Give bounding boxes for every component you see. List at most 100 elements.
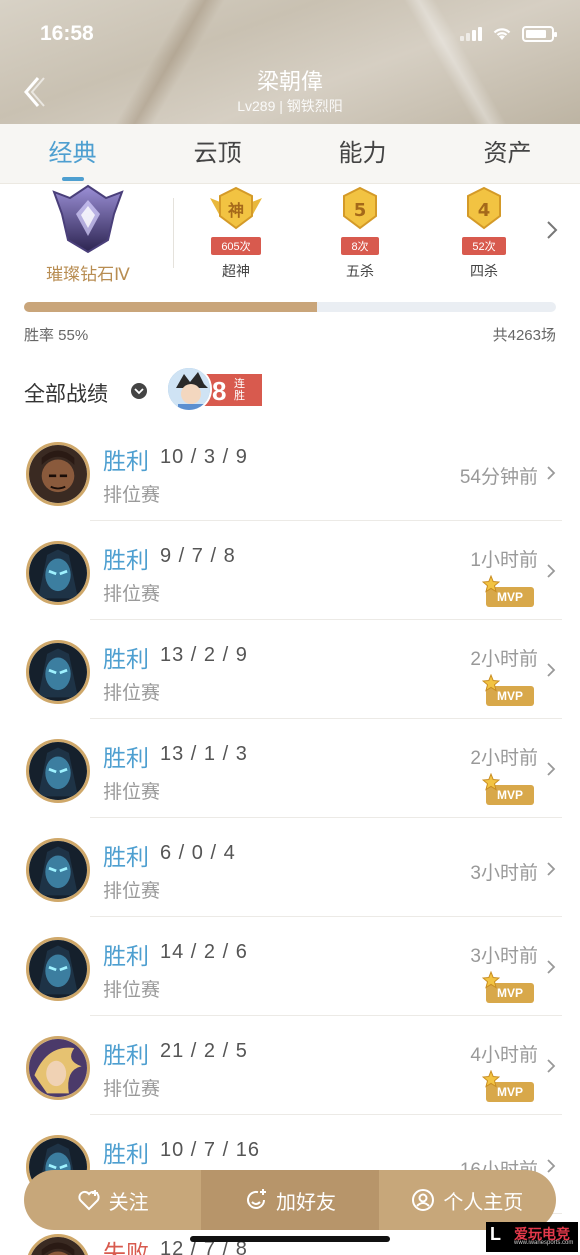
badge-legendary[interactable]: 神 605次 超神 — [191, 186, 281, 281]
wifi-icon — [493, 28, 511, 40]
win-streak-text: 连胜 — [234, 378, 245, 402]
match-time: 54分钟前 — [459, 467, 538, 488]
match-kda: 10 / 7 / 16 — [160, 1139, 260, 1161]
penta-kill-badge-glyph: 5 — [354, 200, 367, 221]
match-result: 失败 — [103, 1240, 149, 1255]
mvp-badge: MVP — [482, 575, 534, 607]
streak-avatar — [166, 366, 212, 412]
mvp-badge: MVP — [482, 773, 534, 805]
match-time: 2小时前 — [470, 748, 538, 769]
win-streak-number: 8 — [212, 376, 227, 406]
quadra-kill-badge-icon: 4 — [467, 186, 501, 230]
watermark-url: www.iwanesports.com — [514, 1240, 574, 1246]
home-indicator — [190, 1236, 390, 1242]
profile-header: 16:58 梁朝偉 Lv289 | 钢铁烈阳 — [0, 0, 580, 124]
chevron-right-icon — [547, 862, 556, 876]
chevron-right-icon — [547, 663, 556, 677]
match-result: 胜利 — [103, 844, 149, 870]
chevron-right-icon[interactable] — [546, 220, 558, 240]
champion-avatar — [26, 739, 90, 803]
match-result: 胜利 — [103, 646, 149, 672]
match-row[interactable]: 胜利 13 / 1 / 3 排位赛 2小时前 MVP — [0, 719, 580, 818]
action-bar: 关注 加好友 个人主页 — [24, 1170, 556, 1230]
champion-avatar — [26, 1036, 90, 1100]
win-rate-bar — [24, 302, 556, 312]
user-profile-icon — [412, 1189, 435, 1211]
legendary-badge-icon: 神 — [210, 186, 262, 230]
tab-ability[interactable]: 能力 — [290, 124, 435, 183]
star-icon — [482, 1070, 500, 1088]
tab-assets[interactable]: 资产 — [435, 124, 580, 183]
match-result: 胜利 — [103, 448, 149, 474]
win-streak-tag: 8 连胜 — [204, 374, 262, 406]
tab-classic[interactable]: 经典 — [0, 124, 145, 183]
profile-label: 个人主页 — [443, 1191, 524, 1214]
badge-penta-kill[interactable]: 5 8次 五杀 — [315, 186, 405, 281]
badge-quadra-kill[interactable]: 4 52次 四杀 — [439, 186, 529, 281]
legendary-badge-glyph: 神 — [228, 201, 244, 220]
champion-avatar — [26, 640, 90, 704]
match-row[interactable]: 胜利 21 / 2 / 5 排位赛 4小时前 MVP — [0, 1016, 580, 1115]
player-level-title: Lv289 | 钢铁烈阳 — [237, 98, 343, 114]
match-mode: 排位赛 — [103, 683, 161, 704]
status-icons — [460, 26, 557, 42]
match-kda: 6 / 0 / 4 — [160, 842, 236, 864]
star-icon — [482, 971, 500, 989]
chevron-down-icon[interactable] — [131, 383, 147, 399]
player-name: 梁朝偉 — [256, 69, 323, 94]
rank-label: 璀璨钻石Ⅳ — [46, 265, 130, 284]
chevron-right-icon — [547, 466, 556, 480]
match-time: 1小时前 — [470, 550, 538, 571]
match-time: 4小时前 — [470, 1045, 538, 1066]
star-icon — [482, 773, 500, 791]
chevron-right-icon — [547, 1159, 556, 1173]
match-time: 3小时前 — [470, 863, 538, 884]
match-mode: 排位赛 — [103, 980, 161, 1001]
tab-tft[interactable]: 云顶 — [145, 124, 290, 183]
penta-kill-label: 五杀 — [346, 263, 374, 279]
match-result: 胜利 — [103, 1141, 149, 1167]
match-mode: 排位赛 — [103, 1079, 161, 1100]
rank-summary[interactable]: 璀璨钻石Ⅳ 神 605次 超神 5 8次 五杀 4 52次 四杀 — [0, 184, 580, 288]
star-icon — [482, 674, 500, 692]
match-row[interactable]: 胜利 13 / 2 / 9 排位赛 2小时前 MVP — [0, 620, 580, 719]
legendary-count: 605次 — [211, 237, 261, 255]
match-row[interactable]: 胜利 14 / 2 / 6 排位赛 3小时前 MVP — [0, 917, 580, 1016]
match-result: 胜利 — [103, 943, 149, 969]
match-kda: 9 / 7 / 8 — [160, 545, 236, 567]
diamond-rank-emblem-icon — [52, 184, 124, 254]
legendary-label: 超神 — [222, 263, 250, 279]
match-row[interactable]: 胜利 6 / 0 / 4 排位赛 3小时前 — [0, 818, 580, 917]
total-games-text: 共4263场 — [492, 327, 556, 344]
penta-kill-badge-icon: 5 — [343, 186, 377, 230]
follow-label: 关注 — [108, 1191, 149, 1214]
add-friend-label: 加好友 — [275, 1191, 336, 1214]
match-row[interactable]: 胜利 10 / 3 / 9 排位赛 54分钟前 — [0, 422, 580, 521]
add-friend-button[interactable]: 加好友 — [201, 1170, 379, 1230]
match-time: 2小时前 — [470, 649, 538, 670]
battery-icon — [522, 26, 557, 42]
match-kda: 21 / 2 / 5 — [160, 1040, 248, 1062]
win-rate-text: 胜率 55% — [24, 327, 89, 344]
add-friend-icon — [247, 1189, 266, 1209]
status-time: 16:58 — [40, 22, 94, 45]
rank-divider — [173, 198, 174, 268]
match-kda: 10 / 3 / 9 — [160, 446, 248, 468]
match-mode: 排位赛 — [103, 881, 161, 902]
penta-kill-count: 8次 — [341, 237, 379, 255]
champion-avatar — [26, 442, 90, 506]
champion-avatar — [26, 1234, 90, 1255]
quadra-kill-badge-glyph: 4 — [478, 200, 491, 221]
follow-button[interactable]: 关注 — [24, 1170, 201, 1230]
site-watermark: L 爱玩电竞 www.iwanesports.com — [486, 1222, 578, 1252]
match-mode: 排位赛 — [103, 584, 161, 605]
profile-button[interactable]: 个人主页 — [379, 1170, 556, 1230]
match-row[interactable]: 胜利 9 / 7 / 8 排位赛 1小时前 MVP — [0, 521, 580, 620]
chevron-right-icon — [547, 960, 556, 974]
champion-avatar — [26, 937, 90, 1001]
champion-avatar — [26, 838, 90, 902]
champion-avatar — [26, 541, 90, 605]
match-mode: 排位赛 — [103, 485, 161, 506]
all-matches-filter[interactable]: 全部战绩 — [24, 378, 108, 408]
chevron-right-icon — [547, 1059, 556, 1073]
